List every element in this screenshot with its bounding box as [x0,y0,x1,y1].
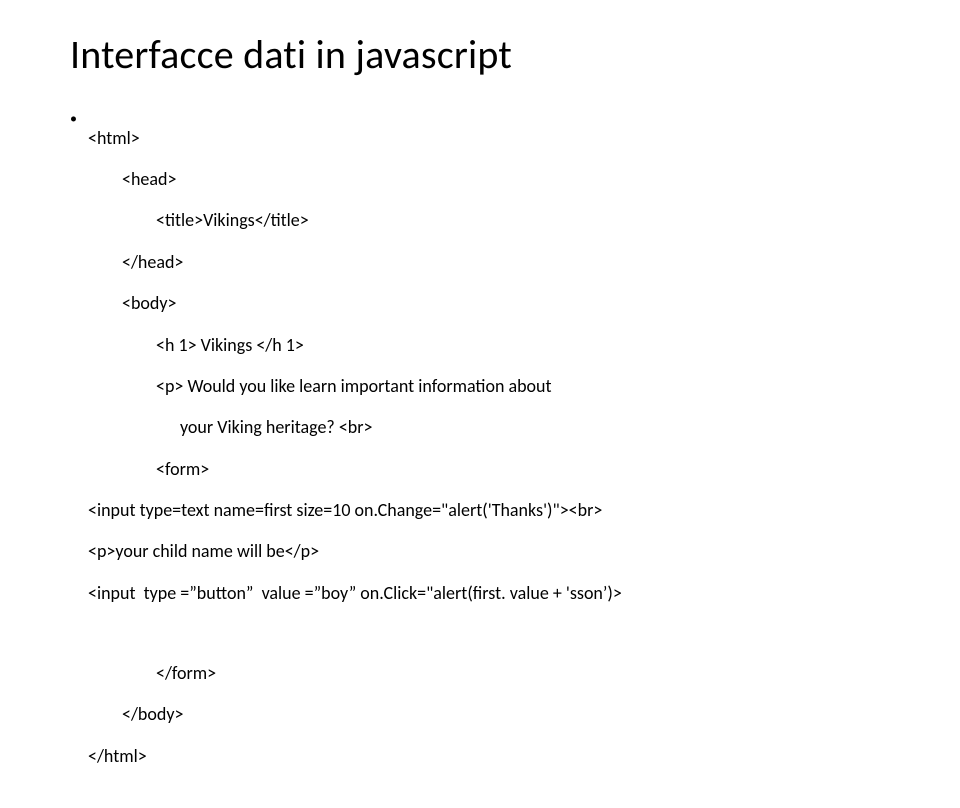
code-line: </html> [88,746,622,767]
code-line: </body> [88,704,622,725]
slide-body: • <html> <head> <title>Vikings</title> <… [70,107,890,808]
code-line: <input type =”button” value =”boy” on.Cl… [88,583,622,604]
code-line: <input type=text name=first size=10 on.C… [88,500,622,521]
code-line: <p> Would you like learn important infor… [88,376,622,397]
code-line: <body> [88,293,622,314]
slide-title: Interfacce dati in javascript [70,30,890,79]
code-line: </head> [88,252,622,273]
code-line: <title>Vikings</title> [88,210,622,231]
bullet-item: • <html> <head> <title>Vikings</title> <… [70,107,890,808]
code-line: <p>your child name will be</p> [88,541,622,562]
code-line: your Viking heritage? <br> [88,417,622,438]
code-line: </form> [88,663,622,684]
code-line: <h 1> Vikings </h 1> [88,335,622,356]
code-line: <html> [88,128,622,149]
slide: Interfacce dati in javascript • <html> <… [0,0,960,540]
bullet-dot-icon: • [70,107,88,130]
code-line: <form> [88,459,622,480]
code-line: <head> [88,169,622,190]
code-block: <html> <head> <title>Vikings</title> </h… [88,107,622,808]
